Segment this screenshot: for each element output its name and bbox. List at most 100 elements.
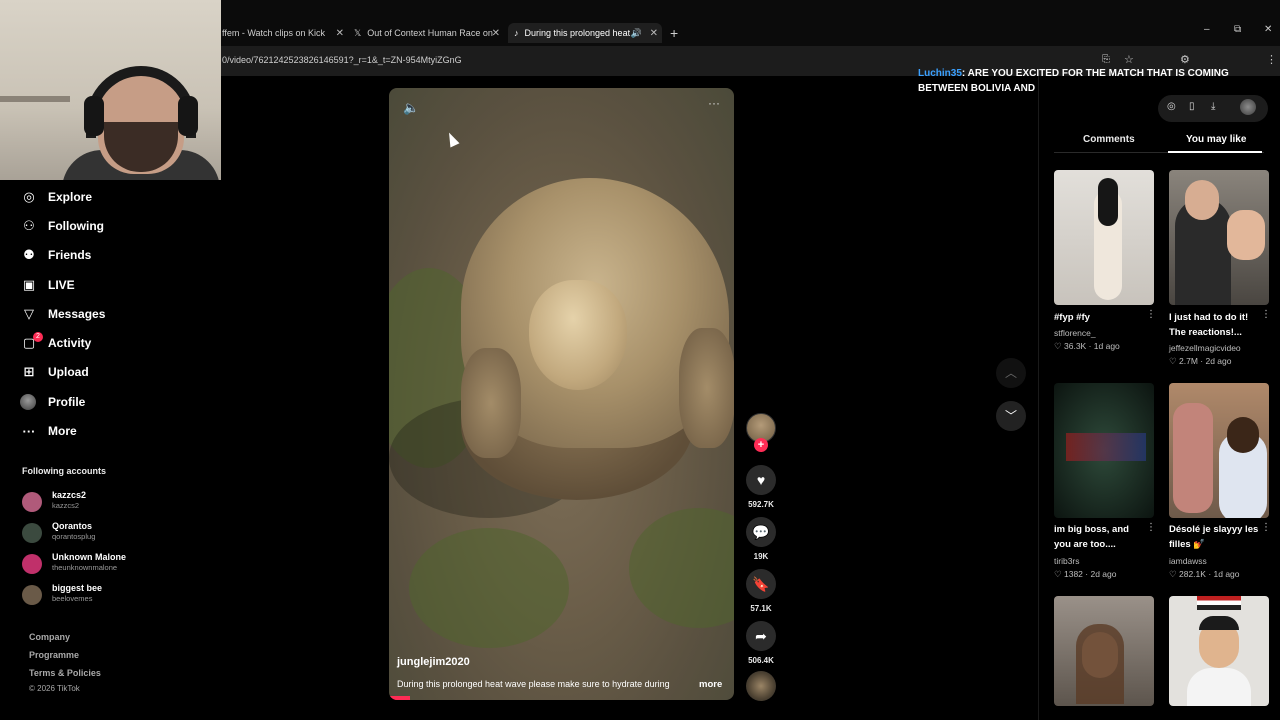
footer-company-link[interactable]: Company — [29, 632, 70, 642]
footer-terms-link[interactable]: Terms & Policies — [29, 668, 101, 678]
save-button[interactable]: 🔖 — [746, 569, 776, 599]
like-count: 36.3K — [1064, 341, 1087, 351]
bookmark-icon: 🔖 — [752, 576, 770, 592]
recommended-video-thumbnail[interactable] — [1054, 383, 1154, 518]
recommended-video-thumbnail[interactable] — [1169, 170, 1269, 305]
recommended-video-thumbnail[interactable] — [1054, 170, 1154, 305]
sidebar-item-more[interactable]: ··· More — [20, 420, 77, 442]
post-age: 2d ago — [1205, 356, 1232, 366]
sidebar-item-live[interactable]: ▣ LIVE — [20, 274, 75, 296]
install-icon[interactable]: ⎘ — [1102, 54, 1110, 65]
video-progress-bar[interactable] — [389, 696, 410, 700]
video-player[interactable]: 🔈 ··· junglejim2020 During this prolonge… — [389, 88, 734, 700]
video-options-icon[interactable]: ⋮ — [1261, 309, 1271, 320]
sidebar-item-label: Following — [48, 219, 104, 233]
sidebar-item-profile[interactable]: Profile — [20, 391, 85, 413]
recommended-video-thumbnail[interactable] — [1169, 596, 1269, 706]
next-video-button[interactable]: ﹀ — [996, 401, 1026, 431]
active-tab-underline — [1168, 151, 1262, 153]
restore-button[interactable]: ⧉ — [1234, 24, 1241, 35]
new-tab-button[interactable]: + — [670, 23, 684, 43]
sidebar-item-activity[interactable]: ▢ Activity — [20, 332, 92, 354]
browser-tab-kick[interactable]: ffem - Watch clips on Kick ✕ — [222, 23, 344, 43]
save-count: 57.1K — [750, 604, 772, 613]
recommended-video-author[interactable]: stflorence_ — [1054, 328, 1096, 338]
thumb-hair — [1098, 178, 1118, 226]
bookmark-star-icon[interactable]: ☆ — [1124, 53, 1134, 66]
profile-avatar[interactable] — [1240, 99, 1256, 115]
webcam-overlay — [0, 0, 221, 180]
thumb-hair — [1199, 616, 1239, 630]
like-count: 592.7K — [748, 500, 774, 509]
activity-badge: 2 — [33, 332, 43, 342]
thumb-figure-2 — [1173, 403, 1213, 513]
comment-button[interactable]: 💬 — [746, 517, 776, 547]
comment-count: 19K — [753, 552, 769, 561]
follow-plus-icon[interactable]: + — [754, 438, 768, 452]
recommended-video-thumbnail[interactable] — [1054, 596, 1154, 706]
previous-video-button[interactable]: ︿ — [996, 358, 1026, 388]
sidebar-item-label: Activity — [48, 336, 92, 350]
recommended-video-author[interactable]: tirib3rs — [1054, 556, 1080, 566]
recommended-video-title[interactable]: #fyp #fy — [1054, 310, 1146, 325]
speaker-icon[interactable]: 🔊 — [631, 28, 642, 39]
video-options-icon[interactable]: ⋮ — [1146, 522, 1156, 533]
sidebar-item-label: Friends — [48, 248, 92, 262]
sidebar-item-messages[interactable]: ▽ Messages — [20, 303, 105, 325]
video-options-icon[interactable]: ⋮ — [1261, 522, 1271, 533]
person-icon: ⚇ — [23, 218, 35, 233]
tab-you-may-like[interactable]: You may like — [1186, 134, 1246, 145]
download-icon[interactable]: ⤓ — [1211, 101, 1215, 112]
like-count: 1382 — [1064, 569, 1083, 579]
tab-label: Out of Context Human Race on — [367, 28, 493, 38]
avatar — [22, 585, 42, 605]
share-button[interactable]: ➦ — [746, 621, 776, 651]
recommended-video-stats: ♡ 2.7M · 2d ago — [1169, 356, 1232, 366]
recommended-video-title[interactable]: im big boss, and you are too.... — [1054, 522, 1146, 552]
video-options-icon[interactable]: ⋮ — [1146, 309, 1156, 320]
more-icon: ··· — [22, 423, 36, 439]
close-window-button[interactable]: ✕ — [1264, 24, 1272, 35]
volume-icon[interactable]: 🔈 — [403, 100, 419, 116]
browser-tab-x[interactable]: 𝕏 Out of Context Human Race on ✕ — [354, 23, 500, 43]
sidebar-item-following[interactable]: ⚇ Following — [20, 215, 104, 237]
account-name: Qorantos — [52, 521, 93, 531]
recommended-video-author[interactable]: iamdawss — [1169, 556, 1207, 566]
tiktok-logo-icon: ♪ — [514, 28, 519, 38]
share-icon: ➦ — [755, 628, 767, 644]
video-username[interactable]: junglejim2020 — [397, 656, 470, 668]
extension-icon[interactable]: ⚙ — [1180, 53, 1190, 66]
thumb-face — [1185, 180, 1219, 220]
compass-icon[interactable]: ◎ — [1167, 101, 1176, 112]
tab-comments[interactable]: Comments — [1083, 134, 1135, 145]
heart-outline-icon: ♡ — [1054, 569, 1062, 579]
sidebar-item-upload[interactable]: ⊞ Upload — [20, 361, 89, 383]
minimize-button[interactable]: – — [1204, 24, 1210, 35]
video-options-icon[interactable]: ··· — [708, 96, 720, 110]
sidebar-item-friends[interactable]: ⚉ Friends — [20, 244, 91, 266]
menu-dots-icon[interactable]: ⋮ — [1266, 53, 1277, 66]
recommended-video-author[interactable]: jeffezellmagicvideo — [1169, 343, 1241, 353]
close-tab-icon[interactable]: ✕ — [492, 28, 500, 39]
browser-tab-tiktok[interactable]: ♪ During this prolonged heat 🔊 ✕ — [508, 23, 662, 43]
share-count: 506.4K — [748, 656, 774, 665]
caption-more-button[interactable]: more — [699, 679, 722, 690]
close-tab-icon[interactable]: ✕ — [336, 28, 344, 39]
device-icon[interactable]: ▯ — [1189, 101, 1195, 112]
tortoise-leg — [679, 328, 734, 448]
recommended-video-thumbnail[interactable] — [1169, 383, 1269, 518]
like-button[interactable]: ♥ — [746, 465, 776, 495]
recommended-video-title[interactable]: I just had to do it! The reactions!... — [1169, 310, 1261, 340]
footer-programme-link[interactable]: Programme — [29, 650, 79, 660]
url-field[interactable]: 0/video/7621242523826146591?_r=1&_t=ZN-9… — [222, 55, 462, 65]
tab-label: ffem - Watch clips on Kick — [222, 28, 326, 38]
tab-label: During this prolonged heat — [524, 28, 631, 38]
tortoise-head — [529, 280, 627, 390]
sidebar-item-explore[interactable]: ◎ Explore — [20, 186, 92, 208]
thumb-face — [1227, 417, 1259, 453]
music-disc-icon[interactable] — [746, 671, 776, 701]
close-tab-icon[interactable]: ✕ — [650, 28, 658, 39]
recommended-video-title[interactable]: Désolé je slayyy les filles 💅 — [1169, 522, 1261, 552]
avatar-icon — [20, 394, 36, 410]
plus-square-icon: ⊞ — [23, 364, 35, 379]
